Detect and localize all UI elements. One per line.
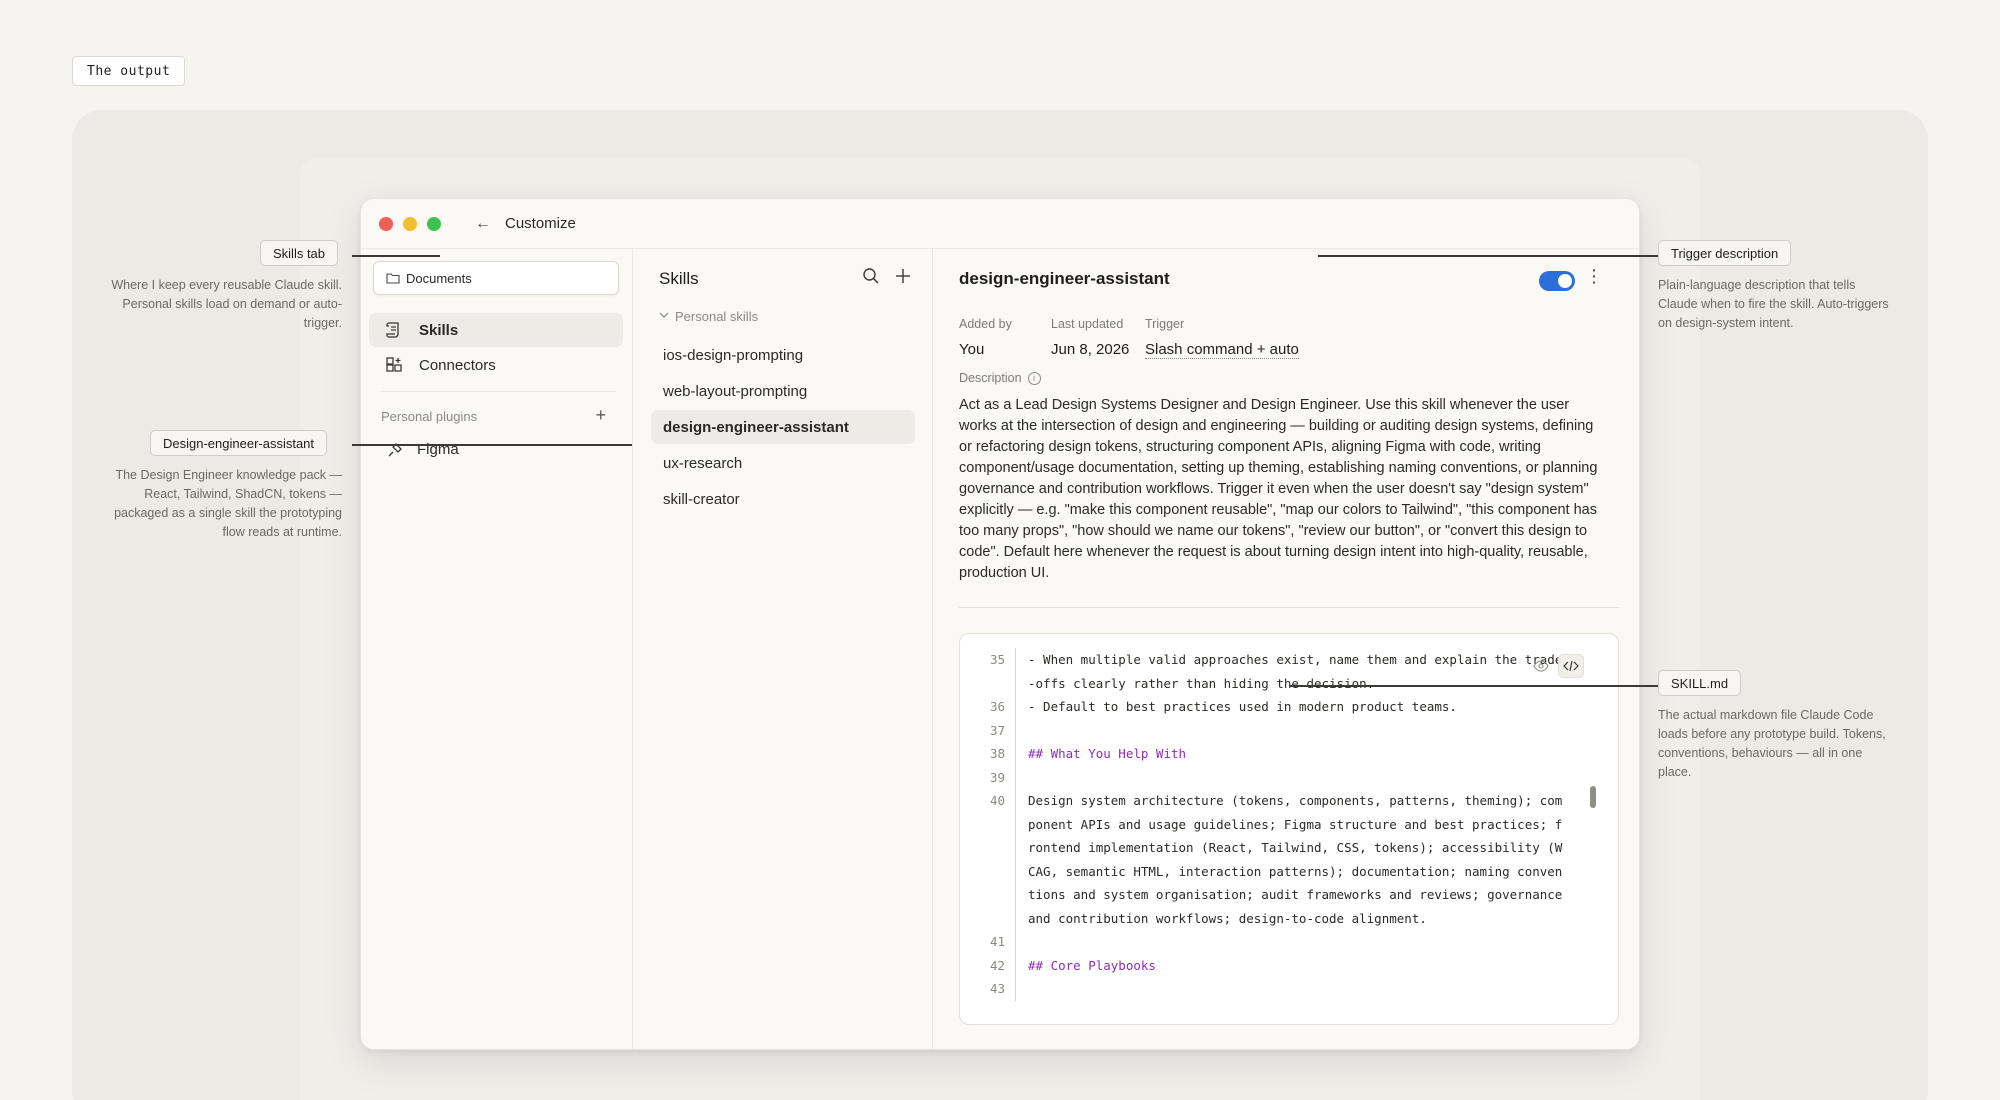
skill-item-label: web-layout-prompting (663, 382, 808, 400)
skill-enabled-toggle[interactable] (1539, 271, 1575, 291)
line-number: 42 (960, 953, 1016, 977)
search-icon[interactable] (862, 267, 880, 290)
skill-detail: design-engineer-assistant ⋮ Added by You… (933, 249, 1639, 1049)
code-line: 42 ## Core Playbooks (960, 953, 1618, 977)
last-updated-label: Last updated (1051, 317, 1124, 331)
skill-title: design-engineer-assistant (959, 269, 1170, 288)
maximize-window-button[interactable] (427, 216, 441, 231)
line-number: 41 (960, 930, 1016, 954)
window-title: Customize (505, 215, 576, 232)
skill-item-label: ios-design-prompting (663, 346, 804, 364)
callout-label-skill-md: SKILL.md (1658, 670, 1742, 696)
code-text: - Default to best practices used in mode… (1028, 699, 1457, 714)
sidebar-divider (381, 391, 616, 392)
close-window-button[interactable] (379, 216, 393, 231)
line-number: 37 (960, 718, 1016, 742)
personal-skills-group[interactable]: Personal skills (659, 309, 758, 324)
add-skill-plus-icon[interactable] (894, 267, 912, 290)
sidebar-item-skills[interactable]: Skills (369, 313, 623, 347)
line-number: 40 (960, 789, 1016, 930)
skill-item[interactable]: ios-design-prompting (651, 338, 915, 372)
line-number: 38 (960, 742, 1016, 766)
sidebar-item-connectors[interactable]: Connectors (369, 348, 623, 382)
sidebar-item-label: Skills (419, 321, 459, 339)
code-scrollbar[interactable] (1590, 786, 1596, 808)
code-text: Design system architecture (tokens, comp… (1028, 793, 1563, 926)
code-line: 38 ## What You Help With (960, 742, 1618, 766)
code-line: 43 (960, 977, 1618, 1001)
description-text: Act as a Lead Design Systems Designer an… (959, 397, 1598, 581)
scroll-icon (385, 321, 405, 339)
documents-button[interactable]: Documents (373, 261, 619, 295)
code-line: 41 (960, 930, 1618, 954)
callout-line-trigger (1318, 255, 1658, 257)
skill-item[interactable]: web-layout-prompting (651, 374, 915, 408)
line-number: 35 (960, 648, 1016, 695)
skills-pane: Skills Personal skills ios-design-prompt… (633, 249, 933, 1049)
trigger-value[interactable]: Slash command + auto (1145, 341, 1299, 359)
skills-actions (862, 267, 912, 290)
callout-text-design-engineer: The Design Engineer knowledge pack — Rea… (114, 468, 342, 539)
code-heading: ## What You Help With (1028, 746, 1187, 761)
trigger-label: Trigger (1145, 317, 1185, 331)
add-plugin-plus-icon[interactable]: + (595, 405, 606, 426)
back-arrow-icon[interactable]: ← (475, 215, 491, 233)
skill-item-selected[interactable]: design-engineer-assistant (651, 410, 915, 444)
grid-connector-icon (385, 356, 405, 374)
code-line: 37 (960, 718, 1618, 743)
skill-item-label: design-engineer-assistant (663, 418, 849, 436)
chevron-down-icon (659, 311, 669, 322)
output-tag: The output (72, 56, 186, 86)
skill-item[interactable]: skill-creator (651, 482, 915, 516)
callout-line-skills (352, 255, 440, 257)
description-label-text: Description (959, 371, 1022, 385)
callout-label-trigger: Trigger description (1658, 240, 1792, 266)
skills-pane-title: Skills (659, 269, 699, 288)
info-icon[interactable]: i (1027, 371, 1041, 385)
documents-label: Documents (406, 270, 472, 286)
skill-md-code-panel[interactable]: 35 - When multiple valid approaches exist… (959, 633, 1619, 1025)
code-line: 35 - When multiple valid approaches exist… (960, 648, 1618, 695)
added-by-label: Added by (959, 317, 1012, 331)
callout-line-design-engineer (352, 444, 632, 446)
folder-icon (386, 272, 400, 284)
personal-plugins-label: Personal plugins (381, 409, 478, 424)
minimize-window-button[interactable] (403, 216, 417, 231)
callout-label-design-engineer: Design-engineer-assistant (150, 430, 328, 456)
line-number: 36 (960, 695, 1016, 719)
preview-eye-icon[interactable] (1528, 654, 1554, 678)
sidebar-item-label: Connectors (419, 356, 496, 374)
last-updated-value: Jun 8, 2026 (1051, 341, 1130, 358)
customize-window: ← Customize Documents Skills Connectors … (360, 198, 1640, 1050)
callout-text-skill-md: The actual markdown file Claude Code loa… (1658, 708, 1886, 779)
more-options-icon[interactable]: ⋮ (1585, 267, 1603, 285)
code-line: 40 Design system architecture (tokens, co… (960, 789, 1618, 930)
description-label: Description i (959, 371, 1041, 385)
callout-text-trigger: Plain-language description that tells Cl… (1658, 278, 1889, 330)
added-by-value: You (959, 341, 985, 358)
skill-item[interactable]: ux-research (651, 446, 915, 480)
skill-item-label: ux-research (663, 454, 743, 472)
line-number: 39 (960, 765, 1016, 789)
detail-divider (959, 607, 1619, 608)
code-text: - When multiple valid approaches exist, … (1028, 652, 1563, 691)
code-view-tools (1528, 654, 1584, 678)
code-line: 39 (960, 765, 1618, 790)
code-heading: ## Core Playbooks (1028, 957, 1156, 973)
callout-line-skill-md (1290, 685, 1658, 687)
skill-item-label: skill-creator (663, 490, 740, 508)
code-view-icon[interactable] (1558, 654, 1584, 678)
callout-text-skills-tab: Where I keep every reusable Claude skill… (111, 278, 342, 330)
sidebar: Documents Skills Connectors Personal plu… (361, 249, 633, 1049)
code-line: 36 - Default to best practices used in mo… (960, 695, 1618, 719)
line-number: 43 (960, 977, 1016, 1001)
callout-label-skills-tab: Skills tab (260, 240, 339, 266)
group-label-text: Personal skills (675, 309, 759, 324)
code-lines: 35 - When multiple valid approaches exist… (960, 648, 1618, 1001)
titlebar: ← Customize (361, 199, 1639, 249)
